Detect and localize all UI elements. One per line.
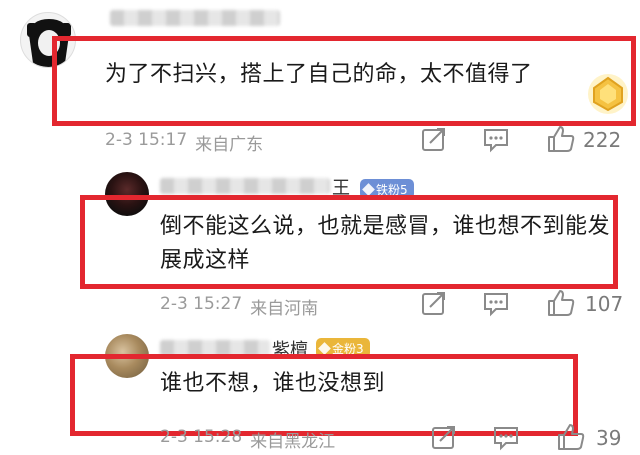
diamond-icon xyxy=(318,341,331,355)
comment-icon[interactable] xyxy=(482,291,510,317)
like-count: 39 xyxy=(596,426,622,450)
like-icon[interactable] xyxy=(556,422,586,452)
comment-text: 谁也不想，谁也没想到 xyxy=(160,371,386,396)
comment-icon[interactable] xyxy=(492,425,520,451)
comment-icon[interactable] xyxy=(482,127,510,153)
like-icon[interactable] xyxy=(546,288,576,318)
comment-location: 来自黑龙江 xyxy=(250,432,336,452)
like-icon[interactable] xyxy=(546,124,576,154)
comment-meta: 2-3 15:27 来自河南 xyxy=(160,294,318,319)
comment-location: 来自广东 xyxy=(195,135,264,155)
username-blurred[interactable] xyxy=(160,178,330,194)
username-blurred[interactable] xyxy=(110,10,280,26)
like-count: 107 xyxy=(585,292,624,316)
gold-gem-icon xyxy=(586,72,630,116)
comment-meta: 2-3 15:28 来自黑龙江 xyxy=(160,427,335,452)
comment-date: 2-3 15:28 xyxy=(160,427,243,447)
like-count: 222 xyxy=(583,128,622,152)
comment-text: 倒不能这么说，也就是感冒，谁也想不到能发展成这样 xyxy=(160,214,611,273)
share-icon[interactable] xyxy=(420,127,448,153)
comment-date: 2-3 15:17 xyxy=(105,130,188,150)
share-icon[interactable] xyxy=(420,291,448,317)
diamond-icon xyxy=(362,182,375,196)
comment-text: 为了不扫兴，搭上了自己的命，太不值得了 xyxy=(105,62,533,87)
comment-date: 2-3 15:27 xyxy=(160,294,243,314)
share-icon[interactable] xyxy=(430,425,458,451)
comment-meta: 2-3 15:17 来自广东 xyxy=(105,130,263,155)
comment-location: 来自河南 xyxy=(250,299,319,319)
